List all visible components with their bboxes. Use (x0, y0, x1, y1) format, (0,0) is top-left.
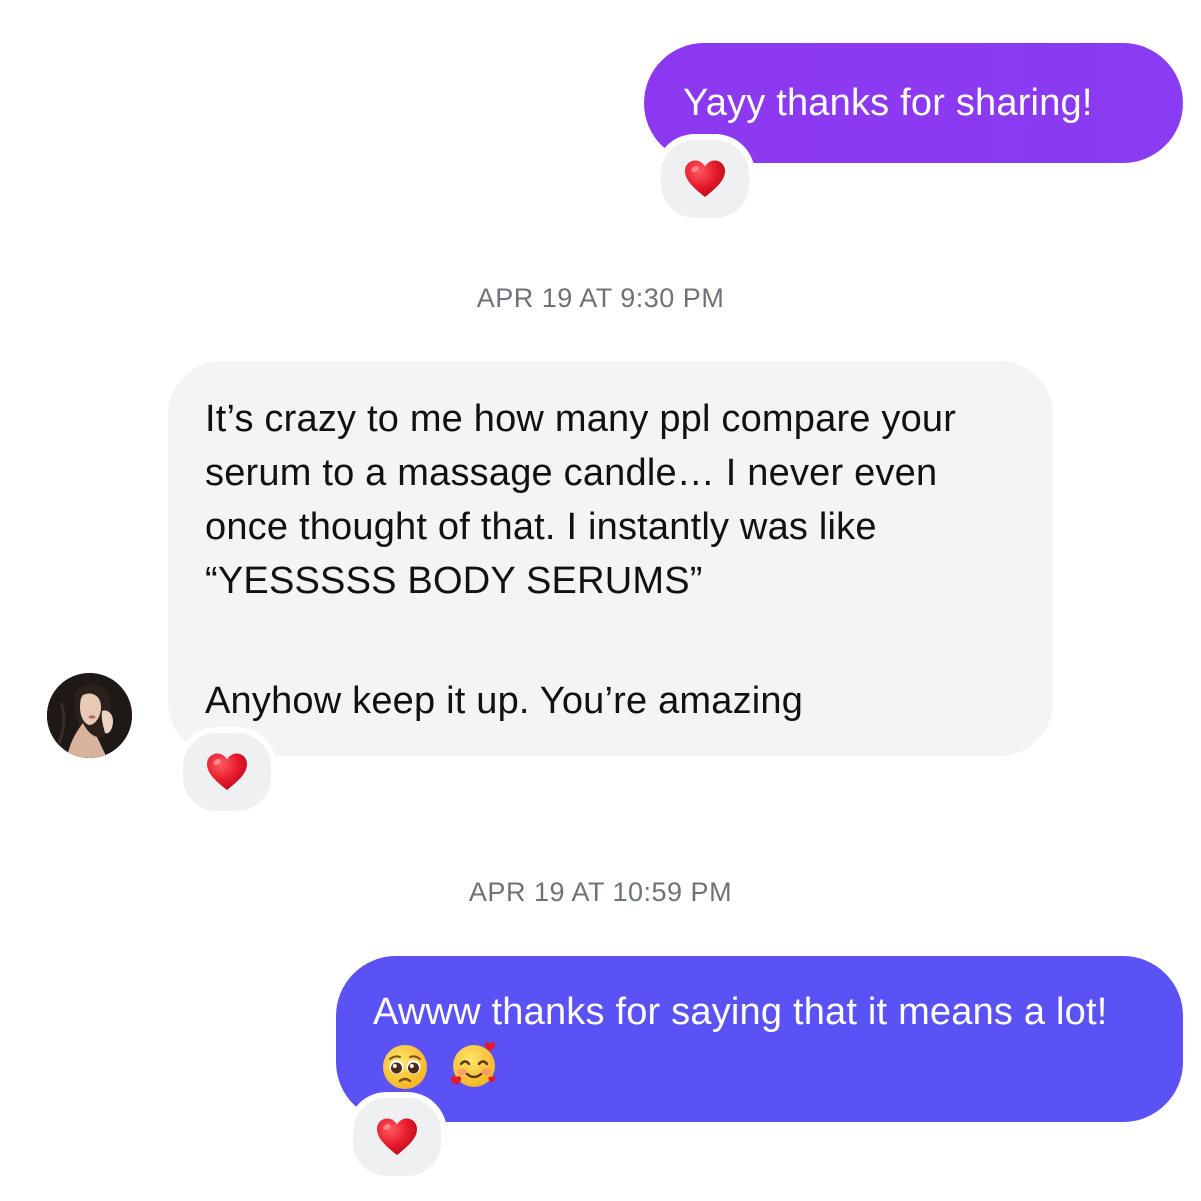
reaction-badge[interactable] (347, 1092, 447, 1182)
reaction-badge[interactable] (177, 727, 277, 817)
heart-icon (207, 753, 247, 790)
message-text: Yayy thanks for sharing! (683, 82, 1093, 124)
message-thread: Yayy thanks for sharing! APR 19 AT 9:30 … (0, 0, 1201, 1201)
outgoing-message-bubble[interactable]: Awww thanks for saying that it means a l… (336, 956, 1183, 1122)
sender-avatar[interactable] (47, 673, 132, 758)
pleading-face-icon (383, 1045, 427, 1089)
heart-icon (685, 160, 725, 197)
message-paragraph: Anyhow keep it up. You’re amazing (205, 680, 804, 722)
message-text: Awww thanks for saying that it means a l… (373, 991, 1108, 1033)
timestamp: APR 19 AT 9:30 PM (476, 283, 725, 313)
timestamp: APR 19 AT 10:59 PM (468, 877, 733, 907)
smiling-face-with-hearts-icon (450, 1042, 496, 1087)
avatar-photo (47, 673, 132, 758)
message-paragraph: It’s crazy to me how many ppl compare yo… (205, 398, 957, 602)
incoming-message-bubble[interactable]: It’s crazy to me how many ppl compare yo… (168, 361, 1053, 756)
reaction-badge[interactable] (655, 134, 755, 224)
heart-icon (377, 1118, 417, 1155)
